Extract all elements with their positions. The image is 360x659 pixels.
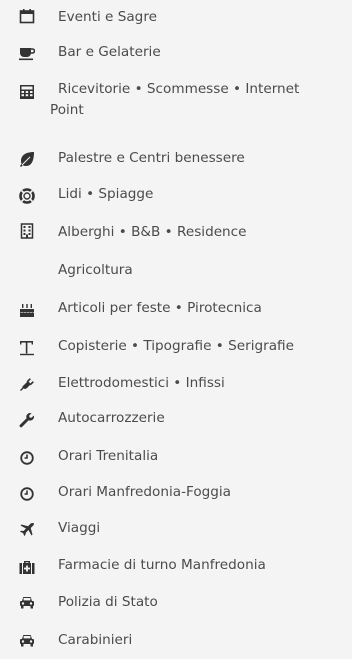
medkit-icon [19, 559, 35, 575]
menu-item-label: Farmacie di turno Manfredonia [58, 557, 266, 573]
menu-item-autocarrozzerie[interactable]: Autocarrozzerie [0, 402, 352, 436]
menu-item-carabinieri[interactable]: Carabinieri [0, 622, 352, 659]
menu-item-ricevitorie[interactable]: Ricevitorie • Scommesse • Internet Point [0, 72, 352, 134]
menu-item-farmacie[interactable]: Farmacie di turno Manfredonia [0, 548, 352, 582]
menu-item-polizia[interactable]: Polizia di Stato [0, 586, 352, 620]
menu-item-label: Orari Trenitalia [58, 448, 159, 464]
coffee-cup-icon [19, 45, 35, 61]
menu-item-elettrodomestici[interactable]: Elettrodomestici • Infissi [0, 366, 352, 400]
menu-item-palestre[interactable]: Palestre e Centri benessere [0, 142, 352, 176]
car-icon [19, 594, 35, 610]
menu-item-agricoltura[interactable]: Agricoltura [0, 254, 352, 288]
lifebuoy-icon [19, 188, 35, 204]
menu-item-label: Orari Manfredonia-Foggia [58, 484, 232, 500]
menu-item-label-line1: Ricevitorie • Scommesse • Internet [58, 81, 300, 97]
text-height-icon [19, 340, 35, 356]
menu-item-eventi[interactable]: Eventi e Sagre [0, 0, 352, 34]
menu-item-bar[interactable]: Bar e Gelaterie [0, 34, 352, 68]
leaf-icon [19, 151, 35, 167]
menu-item-label: Polizia di Stato [58, 594, 158, 610]
menu-item-label: Articoli per feste • Pirotecnica [58, 300, 262, 316]
category-menu: Eventi e Sagre Bar e Gelaterie Ricevitor… [0, 0, 352, 659]
menu-item-label: Copisterie • Tipografie • Serigrafie [58, 338, 294, 354]
plug-icon [19, 376, 35, 392]
menu-item-label: Bar e Gelaterie [58, 44, 161, 60]
calculator-icon [19, 84, 35, 100]
menu-item-label: Lidi • Spiagge [58, 186, 154, 202]
menu-item-manfredonia-foggia[interactable]: Orari Manfredonia-Foggia [0, 476, 352, 510]
calendar-icon [19, 8, 35, 24]
menu-item-viaggi[interactable]: Viaggi [0, 512, 352, 546]
menu-item-label: Alberghi • B&B • Residence [58, 224, 247, 240]
menu-item-label: Elettrodomestici • Infissi [58, 375, 225, 391]
clock-icon [19, 450, 35, 466]
menu-item-label: Palestre e Centri benessere [58, 150, 245, 166]
birthday-cake-icon [19, 302, 35, 318]
menu-item-label: Autocarrozzerie [58, 410, 165, 426]
menu-item-label-line2: Point [50, 102, 84, 118]
menu-item-feste[interactable]: Articoli per feste • Pirotecnica [0, 292, 352, 326]
menu-item-trenitalia[interactable]: Orari Trenitalia [0, 440, 352, 474]
menu-item-label: Eventi e Sagre [58, 9, 157, 25]
menu-item-label: Viaggi [58, 520, 101, 536]
wrench-icon [19, 412, 35, 428]
menu-item-alberghi[interactable]: Alberghi • B&B • Residence [0, 216, 352, 250]
menu-item-lidi[interactable]: Lidi • Spiagge [0, 178, 352, 212]
clock-icon [19, 486, 35, 502]
car-icon [19, 632, 35, 648]
menu-item-label: Agricoltura [58, 262, 133, 278]
plane-icon [19, 522, 35, 538]
menu-item-label: Carabinieri [58, 632, 133, 648]
menu-item-copisterie[interactable]: Copisterie • Tipografie • Serigrafie [0, 330, 352, 364]
building-icon [19, 223, 35, 239]
